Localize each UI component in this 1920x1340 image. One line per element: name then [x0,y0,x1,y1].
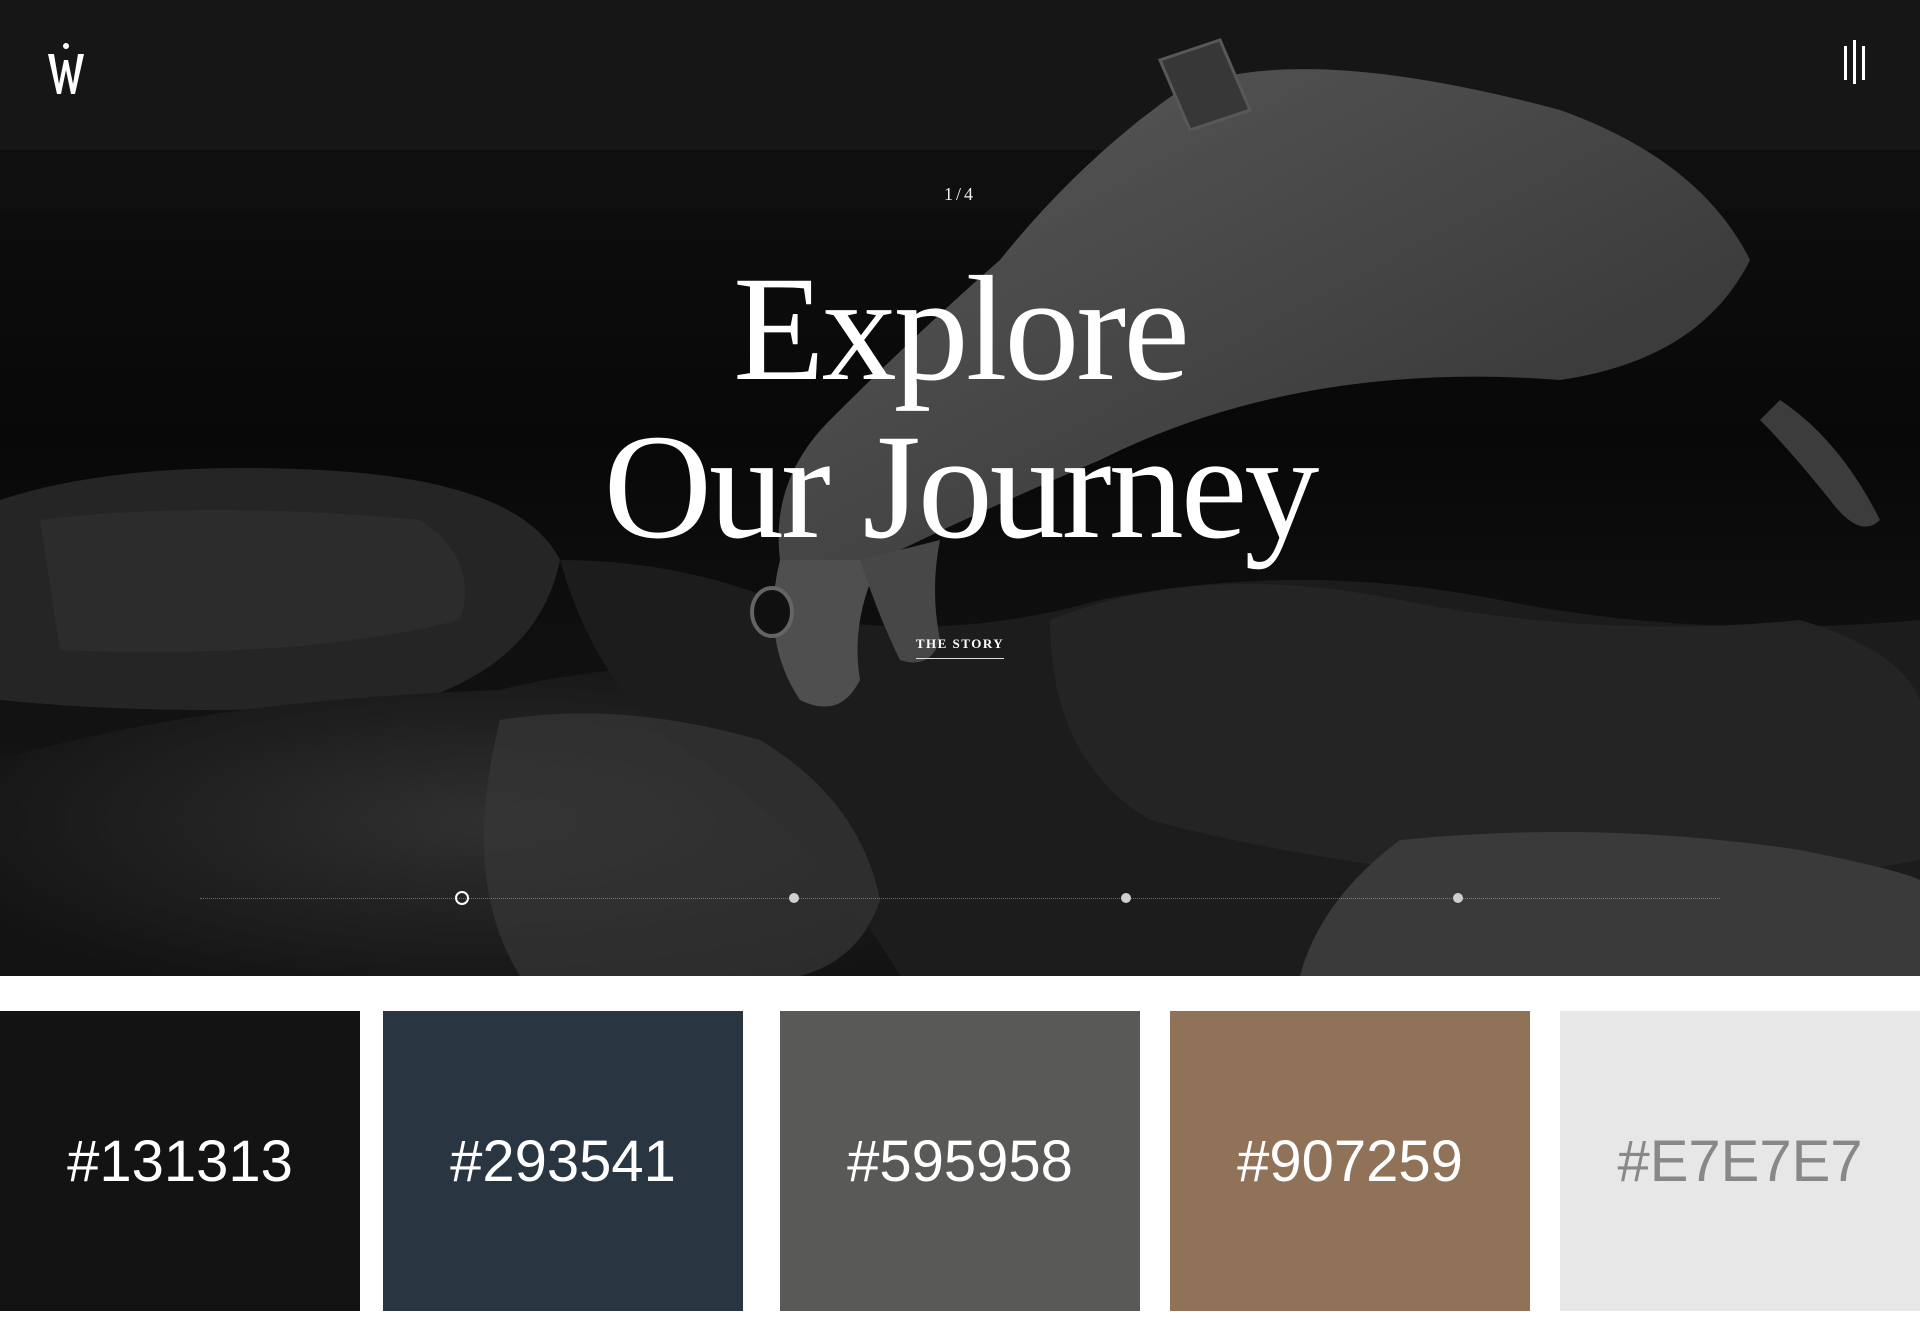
swatch-hex-label: #293541 [450,1128,676,1194]
color-swatch-5: #E7E7E7 [1560,1011,1920,1311]
timeline-dot-2[interactable] [789,893,799,903]
slide-counter: 1/4 [943,184,976,204]
timeline-dot-3[interactable] [1121,893,1131,903]
w-monogram-logo-icon[interactable] [44,40,88,96]
color-swatch-2: #293541 [383,1011,743,1311]
hero-title-line-2: Our Journey [603,404,1320,570]
color-swatch-4: #907259 [1170,1011,1530,1311]
slide-timeline [0,891,1920,905]
vertical-bars-menu-icon[interactable] [1840,38,1870,86]
the-story-link-label[interactable]: THE STORY [915,636,1005,659]
hero-title-line-1: Explore [733,246,1190,412]
hero-section: 1/4 Explore Our Journey THE STORY [0,0,1920,976]
the-story-link[interactable]: THE STORY [0,636,1920,659]
color-swatch-3: #595958 [780,1011,1140,1311]
timeline-track [200,898,1720,899]
swatch-hex-label: #595958 [847,1128,1073,1194]
timeline-dot-1[interactable] [455,891,469,905]
swatch-hex-label: #907259 [1237,1128,1463,1194]
color-swatch-1: #131313 [0,1011,360,1311]
timeline-dot-4[interactable] [1453,893,1463,903]
swatch-hex-label: #E7E7E7 [1617,1128,1863,1194]
hero-title: Explore Our Journey [0,250,1920,566]
swatch-hex-label: #131313 [67,1128,293,1194]
